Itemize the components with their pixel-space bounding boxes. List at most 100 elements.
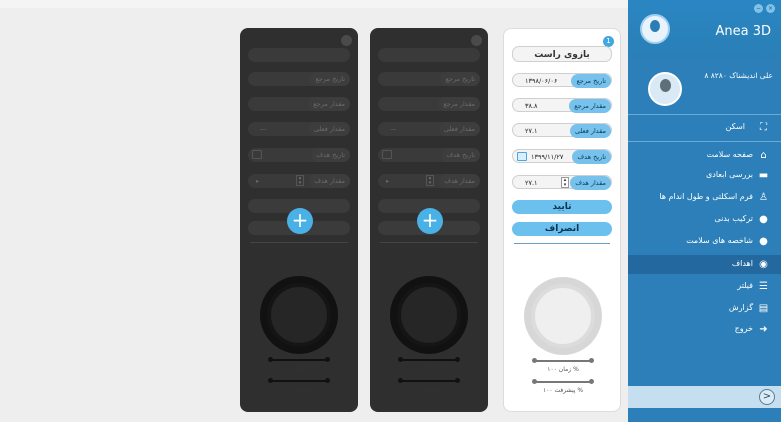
ref-date-value: ۱۳۹۸/۰۶/۰۶ [525, 77, 558, 85]
progress-ring [390, 276, 468, 354]
target-amount-row[interactable]: ▸ ▴ ▾ مقدار هدف [248, 174, 350, 188]
card-badge [471, 35, 482, 46]
home-icon: ⌂ [760, 150, 767, 161]
sidebar-item-body-composition[interactable]: ● ترکیب بدنی [628, 210, 781, 229]
target-amount-row[interactable]: ▸ ▴ ▾ مقدار هدف [378, 174, 480, 188]
goals-workspace: تاریخ مرجع مقدار مرجع — مقدار فعلی تاریخ … [0, 0, 628, 422]
top-strip [0, 0, 628, 8]
sidebar-item-report[interactable]: ▤ گزارش [628, 299, 781, 318]
sidebar-item-goals[interactable]: ◉ اهداف [628, 255, 781, 274]
nav-label: اسکن [725, 122, 745, 131]
card-title: بازوی راست [534, 50, 590, 60]
nav-label: گزارش [728, 303, 753, 312]
title-slot[interactable] [378, 48, 480, 62]
time-label: زمان ۱۰۰ % [283, 365, 315, 372]
skeleton-icon: ♙ [759, 192, 768, 203]
calendar-icon[interactable] [252, 150, 262, 159]
add-goal-button[interactable]: + [287, 208, 313, 234]
card-badge [341, 35, 352, 46]
goal-card-right-arm: 1 بازوی راست ۱۳۹۸/۰۶/۰۶ تاریخ مرجع ۳۸.۸ مق… [503, 28, 621, 412]
calendar-icon[interactable] [382, 150, 392, 159]
confirm-button[interactable]: تایید [512, 200, 612, 214]
nav-label: فیلتر [737, 281, 753, 290]
current-amount-row[interactable]: — مقدار فعلی [378, 122, 480, 136]
stepper-icon[interactable]: ▴ ▾ [426, 175, 434, 186]
nav-label: بررسی ابعادی [706, 170, 753, 179]
progress-ring-inner [267, 283, 331, 347]
current-amount-value: — [260, 125, 267, 133]
target-amount-label: مقدار هدف [570, 176, 611, 190]
current-amount-value: ۲۷.۱ [525, 127, 538, 135]
target-date-row[interactable]: تاریخ هدف [378, 148, 480, 162]
time-slider[interactable] [268, 357, 330, 362]
progress-slider[interactable] [532, 379, 594, 384]
time-slider[interactable] [398, 357, 460, 362]
current-amount-row[interactable]: — مقدار فعلی [248, 122, 350, 136]
next-arrow-icon[interactable]: > [759, 389, 775, 405]
progress-ring-inner [531, 284, 595, 348]
minimize-icon[interactable]: − [754, 4, 763, 13]
card-divider [250, 242, 348, 243]
add-goal-button[interactable]: + [417, 208, 443, 234]
progress-slider[interactable] [398, 378, 460, 383]
sidebar-item-filter[interactable]: ☰ فیلتر [628, 277, 781, 296]
target-date-row[interactable]: ۱۳۹۹/۱۱/۲۷ تاریخ هدف [512, 149, 612, 164]
time-slider[interactable] [532, 358, 594, 363]
scan-icon: ⛶ [760, 122, 767, 133]
ref-amount-row[interactable]: مقدار مرجع [248, 97, 350, 111]
ref-amount-label: مقدار مرجع [308, 97, 350, 111]
app-avatar-icon [640, 14, 670, 44]
target-amount-row[interactable]: ۲۷.۱ ▴ ▾ مقدار هدف [512, 175, 612, 190]
nav-label: فرم اسکلتی و طول اندام ها [659, 192, 753, 201]
target-amount-value: ▸ [386, 177, 390, 185]
sidebar-item-exit[interactable]: ➜ خروج [628, 320, 781, 339]
sidebar: − × Anea 3D علی اندیشناک ۸۲۸۰ ۸ ⛶ اسکن ⌂ ص… [628, 0, 781, 422]
time-label: زمان ۱۰۰ % [547, 366, 579, 373]
sidebar-item-health-page[interactable]: ⌂ صفحه سلامت [628, 146, 781, 165]
target-amount-label: مقدار هدف [439, 174, 480, 188]
sidebar-item-scan[interactable]: ⛶ اسکن [628, 118, 781, 137]
filter-icon: ☰ [759, 281, 768, 292]
nav-label: خروج [734, 324, 753, 333]
ref-date-label: تاریخ مرجع [571, 74, 611, 88]
cancel-button[interactable]: انصراف [512, 222, 612, 236]
ref-date-row[interactable]: تاریخ مرجع [378, 72, 480, 86]
ref-amount-row[interactable]: ۳۸.۸ مقدار مرجع [512, 98, 612, 113]
user-avatar[interactable] [648, 72, 682, 106]
title-slot[interactable] [248, 48, 350, 62]
sidebar-item-dimensional-review[interactable]: ▬ بررسی ابعادی [628, 166, 781, 185]
current-amount-row[interactable]: ۲۷.۱ مقدار فعلی [512, 123, 612, 138]
sidebar-header: − × Anea 3D [628, 0, 781, 58]
ref-date-label: تاریخ مرجع [310, 72, 350, 86]
empty-goal-card-1: تاریخ مرجع مقدار مرجع — مقدار فعلی تاریخ … [240, 28, 358, 412]
sidebar-footer: > [628, 386, 781, 408]
current-amount-label: مقدار فعلی [569, 124, 611, 138]
ref-date-row[interactable]: تاریخ مرجع [248, 72, 350, 86]
exit-icon: ➜ [759, 324, 768, 335]
calendar-icon[interactable] [517, 152, 527, 161]
stepper-icon[interactable]: ▴ ▾ [296, 175, 304, 186]
progress-label: پیشرفت ۱۰۰ % [278, 386, 320, 393]
nav-label: اهداف [731, 259, 753, 268]
time-label: زمان ۱۰۰ % [413, 365, 445, 372]
target-amount-label: مقدار هدف [309, 174, 350, 188]
apple-icon: ● [759, 236, 768, 247]
ref-amount-row[interactable]: مقدار مرجع [378, 97, 480, 111]
progress-slider[interactable] [268, 378, 330, 383]
target-icon: ◉ [759, 259, 768, 270]
target-date-label: تاریخ هدف [441, 148, 480, 162]
sidebar-item-skeletal-form[interactable]: ♙ فرم اسکلتی و طول اندام ها [628, 188, 781, 207]
target-amount-value: ۲۷.۱ [525, 179, 538, 187]
title-field[interactable]: بازوی راست [512, 46, 612, 62]
current-amount-label: مقدار فعلی [308, 122, 350, 136]
ref-date-row[interactable]: ۱۳۹۸/۰۶/۰۶ تاریخ مرجع [512, 73, 612, 88]
progress-ring [524, 277, 602, 355]
target-date-row[interactable]: تاریخ هدف [248, 148, 350, 162]
target-amount-value: ▸ [256, 177, 260, 185]
current-amount-label: مقدار فعلی [438, 122, 480, 136]
close-icon[interactable]: × [766, 4, 775, 13]
body-composition-icon: ● [759, 214, 768, 225]
sidebar-item-health-indicators[interactable]: ● شاخصه های سلامت [628, 232, 781, 251]
stepper-icon[interactable]: ▴ ▾ [561, 177, 569, 188]
target-date-label: تاریخ هدف [311, 148, 350, 162]
